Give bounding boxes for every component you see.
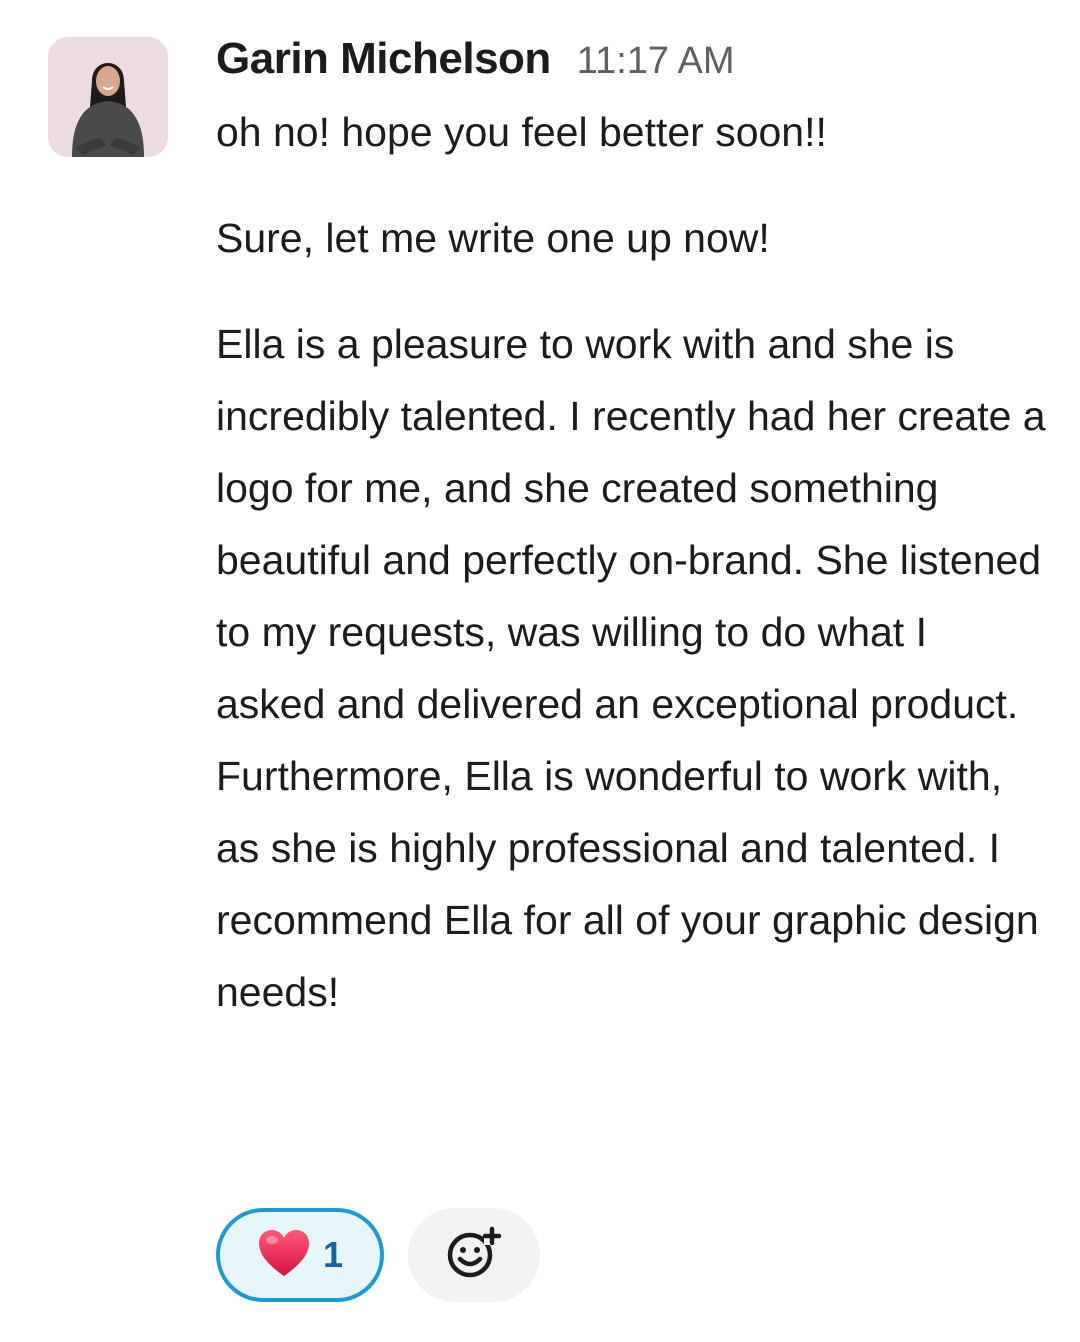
message: Garin Michelson 11:17 AM oh no! hope you… (0, 0, 1080, 1342)
add-emoji-icon (444, 1225, 504, 1286)
message-text: Sure, let me write one up now! (216, 215, 770, 261)
message-content: Garin Michelson 11:17 AM oh no! hope you… (216, 34, 1046, 1028)
sender-name[interactable]: Garin Michelson (216, 34, 551, 84)
avatar[interactable] (48, 37, 168, 157)
reaction-count: 1 (322, 1234, 344, 1275)
avatar-photo-icon (48, 37, 168, 157)
timestamp[interactable]: 11:17 AM (577, 40, 735, 83)
reactions-bar: 1 (216, 1208, 540, 1302)
heart-reaction-button[interactable]: 1 (216, 1208, 384, 1302)
message-text: oh no! hope you feel better soon!! (216, 109, 827, 155)
message-text: Ella is a pleasure to work with and she … (216, 321, 1046, 1015)
message-header: Garin Michelson 11:17 AM (216, 34, 1046, 92)
heart-emoji-icon (257, 1228, 311, 1283)
add-reaction-button[interactable] (408, 1208, 540, 1302)
